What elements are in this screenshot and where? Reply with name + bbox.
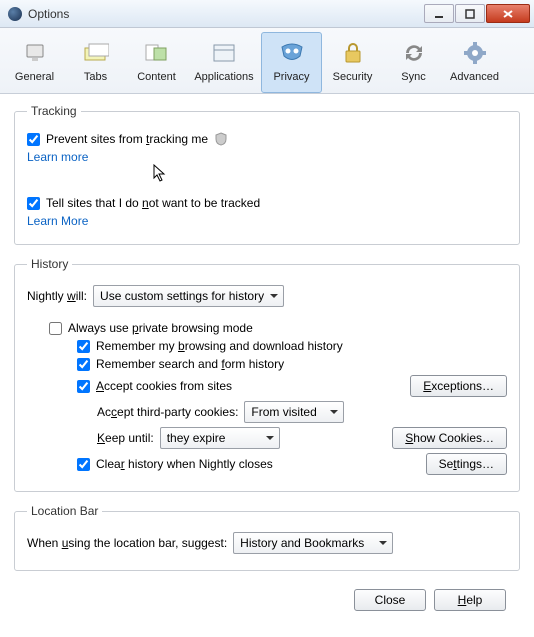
label: General [15, 71, 54, 83]
history-legend: History [27, 257, 72, 271]
locationbar-legend: Location Bar [27, 504, 102, 518]
learn-more-link-2[interactable]: Learn More [27, 214, 88, 228]
tab-sync[interactable]: Sync [383, 32, 444, 93]
exceptions-button[interactable]: Exceptions… [410, 375, 507, 397]
locationbar-group: Location Bar When using the location bar… [14, 504, 520, 571]
panel-body: Tracking Prevent sites from tracking me … [0, 94, 534, 623]
dnt-checkbox[interactable] [27, 197, 40, 210]
gear-icon [461, 39, 489, 67]
label: Security [333, 71, 373, 83]
maximize-button[interactable] [455, 4, 485, 23]
locationbar-prompt: When using the location bar, suggest: [27, 536, 227, 550]
tab-tabs[interactable]: Tabs [65, 32, 126, 93]
window-buttons [424, 4, 530, 23]
learn-more-link-1[interactable]: Learn more [27, 150, 88, 164]
remember-search-checkbox[interactable] [77, 358, 90, 371]
sync-icon [400, 39, 428, 67]
accept-cookies-checkbox[interactable] [77, 380, 90, 393]
clear-on-close-checkbox[interactable] [77, 458, 90, 471]
nightly-will-label: Nightly will: [27, 289, 87, 303]
remember-history-checkbox[interactable] [77, 340, 90, 353]
app-favicon [8, 7, 22, 21]
applications-icon [210, 39, 238, 67]
history-mode-select[interactable]: Use custom settings for history [93, 285, 284, 307]
tab-security[interactable]: Security [322, 32, 383, 93]
settings-button[interactable]: Settings… [426, 453, 507, 475]
close-dialog-button[interactable]: Close [354, 589, 426, 611]
window-title: Options [28, 7, 424, 21]
minimize-button[interactable] [424, 4, 454, 23]
mask-icon [278, 39, 306, 67]
cursor-icon [153, 164, 167, 184]
category-toolbar: General Tabs Content Applications Privac… [0, 28, 534, 94]
label: Advanced [450, 71, 499, 83]
tab-privacy[interactable]: Privacy [261, 32, 322, 93]
dialog-footer: Close Help [14, 583, 520, 611]
label: Applications [194, 71, 253, 83]
content-icon [143, 39, 171, 67]
titlebar: Options [0, 0, 534, 28]
label: Content [137, 71, 176, 83]
tabs-icon [82, 39, 110, 67]
help-button[interactable]: Help [434, 589, 506, 611]
always-private-checkbox[interactable] [49, 322, 62, 335]
locationbar-suggest-select[interactable]: History and Bookmarks [233, 532, 393, 554]
clear-on-close-label: Clear history when Nightly closes [96, 457, 273, 471]
prevent-tracking-checkbox[interactable] [27, 133, 40, 146]
accept-third-select[interactable]: From visited [244, 401, 344, 423]
tracking-group: Tracking Prevent sites from tracking me … [14, 104, 520, 245]
shield-icon [214, 132, 228, 146]
tab-content[interactable]: Content [126, 32, 187, 93]
close-button[interactable] [486, 4, 530, 23]
accept-third-label: Accept third-party cookies: [97, 405, 238, 419]
tab-applications[interactable]: Applications [187, 32, 261, 93]
label: Tabs [84, 71, 107, 83]
monitor-icon [21, 39, 49, 67]
always-private-label: Always use private browsing mode [68, 321, 253, 335]
label: Privacy [273, 71, 309, 83]
label: Sync [401, 71, 425, 83]
dnt-label: Tell sites that I do not want to be trac… [46, 196, 260, 210]
show-cookies-button[interactable]: Show Cookies… [392, 427, 507, 449]
prevent-tracking-label: Prevent sites from tracking me [46, 132, 208, 146]
tab-advanced[interactable]: Advanced [444, 32, 505, 93]
lock-icon [339, 39, 367, 67]
keep-until-select[interactable]: they expire [160, 427, 280, 449]
remember-history-label: Remember my browsing and download histor… [96, 339, 343, 353]
remember-search-label: Remember search and form history [96, 357, 284, 371]
tab-general[interactable]: General [4, 32, 65, 93]
history-group: History Nightly will: Use custom setting… [14, 257, 520, 492]
keep-until-label: Keep until: [97, 431, 154, 445]
accept-cookies-label: Accept cookies from sites [96, 379, 232, 393]
tracking-legend: Tracking [27, 104, 81, 118]
